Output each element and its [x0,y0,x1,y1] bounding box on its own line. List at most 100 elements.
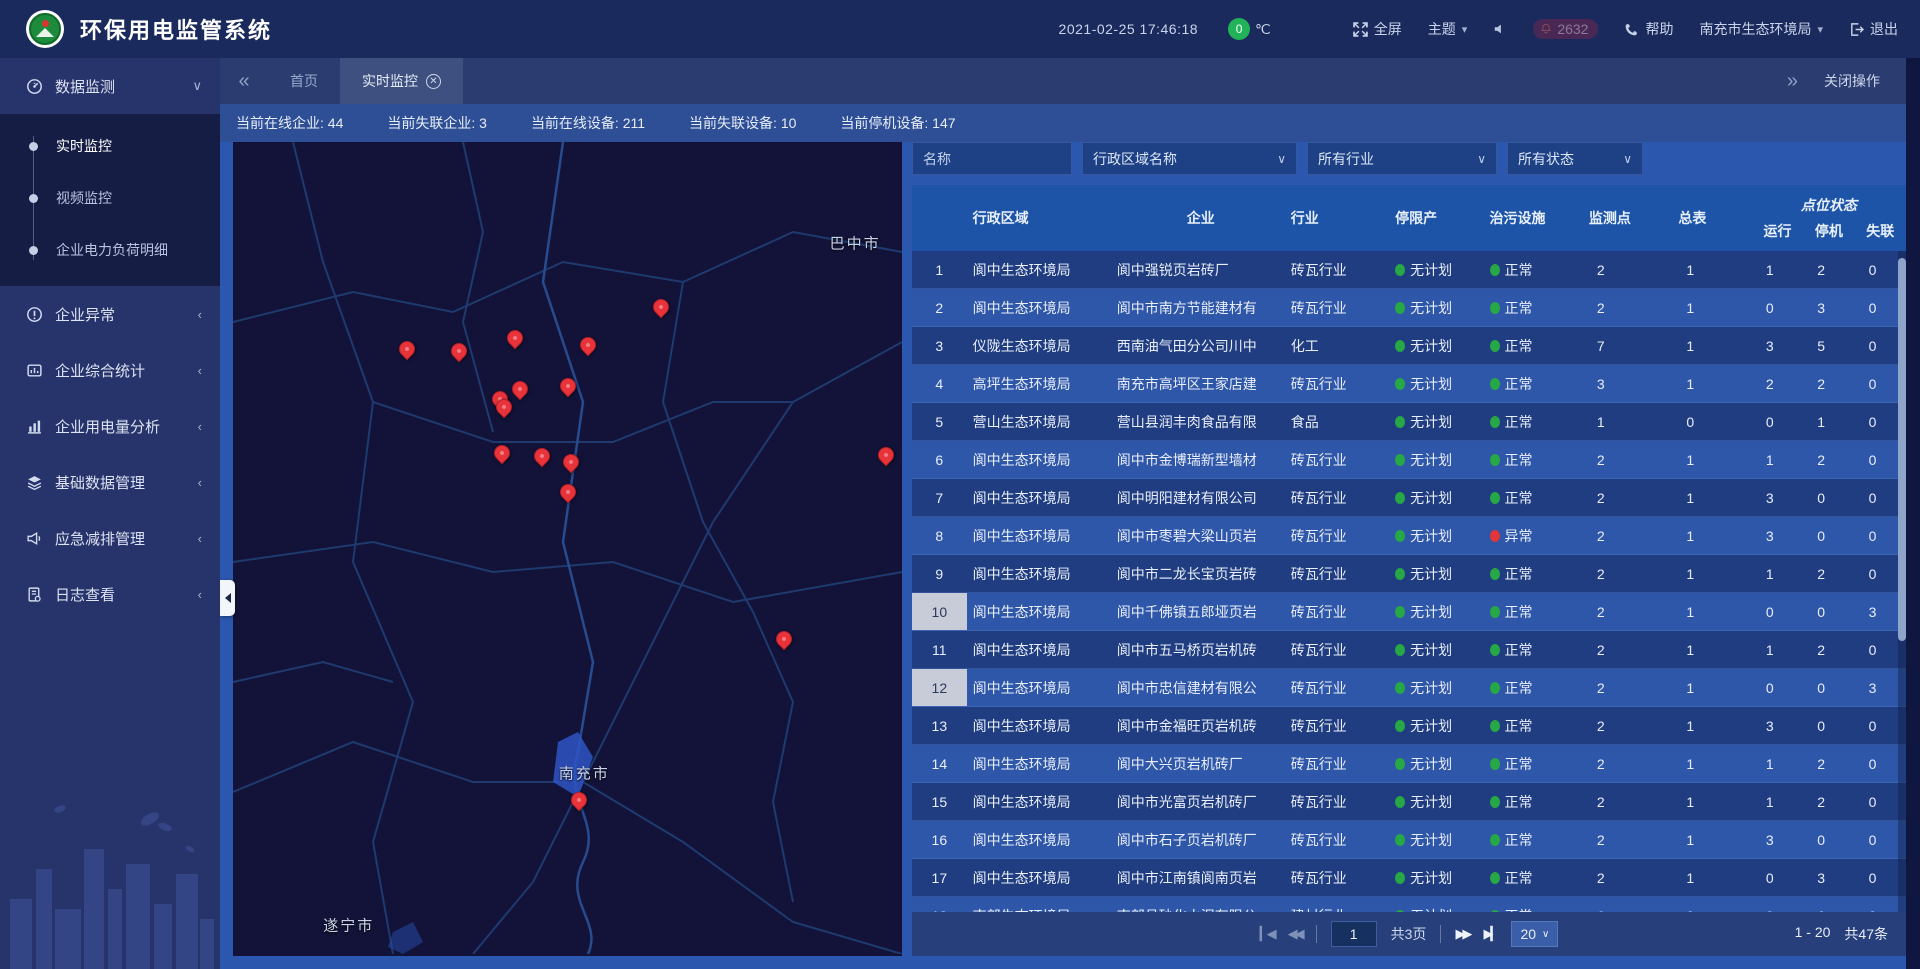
map-pin[interactable] [504,327,527,350]
cell-limit-status: 无计划 [1389,412,1483,432]
help-button[interactable]: 帮助 [1624,19,1673,39]
cell-running: 0 [1752,414,1803,430]
cell-running: 0 [1752,680,1803,696]
table-row[interactable]: 9阆中生态环境局阆中市二龙长宝页岩砖砖瓦行业无计划正常21120 [912,555,1906,593]
sidebar-group-enterprise-stats[interactable]: 企业综合统计 ‹ [0,342,220,398]
sidebar-group-emergency[interactable]: 日志查看 应急减排管理 ‹ [0,510,220,566]
table-row[interactable]: 10阆中生态环境局阆中千佛镇五郎垭页岩砖瓦行业无计划正常21003 [912,593,1906,631]
table-row[interactable]: 12阆中生态环境局阆中市忠信建材有限公砖瓦行业无计划正常21003 [912,669,1906,707]
map-pin[interactable] [557,375,580,398]
cell-running: 3 [1752,528,1803,544]
prev-page-button[interactable]: ◀◀ [1288,926,1302,942]
cell-company: 阆中千佛镇五郎垭页岩 [1111,602,1285,622]
status-dot-icon [1490,454,1500,466]
mute-button[interactable] [1493,22,1507,36]
fullscreen-button[interactable]: 全屏 [1353,19,1402,39]
sidebar-group-enterprise-abnormal[interactable]: 企业异常 ‹ [0,286,220,342]
table-row[interactable]: 6阆中生态环境局阆中市金博瑞新型墙材砖瓦行业无计划正常21120 [912,441,1906,479]
cell-industry: 砖瓦行业 [1285,298,1389,318]
temperature-badge: 0 [1228,18,1250,40]
name-filter-input-box[interactable] [912,142,1072,175]
table-row[interactable]: 17阆中生态环境局阆中市江南镇阆南页岩砖瓦行业无计划正常21030 [912,859,1906,897]
status-filter-select[interactable]: 所有状态 ∨ [1507,142,1643,175]
table-row[interactable]: 18南部生态环境局南部县砂化水泥有限公建材行业无计划正常60060 [912,897,1906,912]
cell-running: 1 [1752,642,1803,658]
table-row[interactable]: 8阆中生态环境局阆中市枣碧大梁山页岩砖瓦行业无计划异常21300 [912,517,1906,555]
tab-realtime-monitor[interactable]: 实时监控 ✕ [340,58,463,104]
tabs-scroll-right-button[interactable]: » [1787,70,1798,93]
first-page-button[interactable]: ▎◀ [1260,926,1274,942]
cell-monitor-points: 2 [1583,756,1672,772]
theme-menu[interactable]: 主题▾ [1428,19,1468,39]
table-row[interactable]: 14阆中生态环境局阆中大兴页岩机砖厂砖瓦行业无计划正常21120 [912,745,1906,783]
table-scrollbar[interactable] [1898,251,1906,912]
sidebar-item-power-load-detail[interactable]: 企业电力负荷明细 [0,224,220,276]
page-size-select[interactable]: 20 ∨ [1511,921,1558,947]
sidebar-group-base-data[interactable]: 基础数据管理 ‹ [0,454,220,510]
status-dot-icon [1395,340,1405,352]
status-dot-icon [1395,302,1405,314]
region-filter-select[interactable]: 行政区域名称 ∨ [1082,142,1297,175]
cell-limit-status: 无计划 [1389,640,1483,660]
table-row[interactable]: 7阆中生态环境局阆中明阳建材有限公司砖瓦行业无计划正常21300 [912,479,1906,517]
map-pin[interactable] [491,442,514,465]
cell-company: 阆中市南方节能建材有 [1111,298,1285,318]
table-row[interactable]: 16阆中生态环境局阆中市石子页岩机砖厂砖瓦行业无计划正常21300 [912,821,1906,859]
map-pin[interactable] [448,340,471,363]
map-pin[interactable] [509,377,532,400]
map-pin[interactable] [650,296,673,319]
divider [1440,925,1441,943]
table-row[interactable]: 13阆中生态环境局阆中市金福旺页岩机砖砖瓦行业无计划正常21300 [912,707,1906,745]
close-tab-icon[interactable]: ✕ [426,74,441,89]
map-pin[interactable] [560,451,583,474]
table-row[interactable]: 1阆中生态环境局阆中强锐页岩砖厂砖瓦行业无计划正常21120 [912,251,1906,289]
cell-running: 3 [1752,490,1803,506]
sidebar-group-logs[interactable]: 日志查看 ‹ [0,566,220,622]
next-page-button[interactable]: ▶▶ [1455,926,1469,942]
map-pin[interactable] [557,481,580,504]
table-header: 行政区域 企业 行业 停限产 治污设施 监测点 总表 点位状态 运行 停机 [912,185,1906,251]
cell-limit-status: 无计划 [1389,792,1483,812]
industry-filter-select[interactable]: 所有行业 ∨ [1307,142,1497,175]
cell-facility-status: 正常 [1484,412,1583,432]
close-actions-menu[interactable]: 关闭操作 [1824,71,1880,91]
cell-total-meters: 1 [1672,376,1752,392]
tab-home[interactable]: 首页 [268,58,340,104]
stat-item: 当前在线设备: 211 [531,113,645,133]
sidebar-item-video-monitor[interactable]: 视频监控 [0,172,220,224]
scrollbar-thumb[interactable] [1898,258,1906,641]
cell-running: 0 [1752,870,1803,886]
org-menu[interactable]: 南充市生态环境局▾ [1699,19,1823,39]
cell-total-meters: 1 [1672,338,1752,354]
map-pin[interactable] [531,444,554,467]
sidebar-collapse-button[interactable] [220,580,235,616]
table-row[interactable]: 5营山生态环境局营山县润丰肉食品有限食品无计划正常10010 [912,403,1906,441]
name-filter-input[interactable] [923,151,1061,167]
cell-total-meters: 1 [1672,756,1752,772]
map-pin[interactable] [875,443,898,466]
sidebar-item-realtime-monitor[interactable]: 实时监控 [0,120,220,172]
status-dot-icon [1395,758,1405,770]
map-pin[interactable] [568,789,591,812]
last-page-button[interactable]: ▶▎ [1483,926,1497,942]
map-panel[interactable]: 巴中市南充市遂宁市 [233,142,902,956]
cell-industry: 化工 [1285,336,1389,356]
table-row[interactable]: 15阆中生态环境局阆中市光富页岩机砖厂砖瓦行业无计划正常21120 [912,783,1906,821]
map-pin[interactable] [773,628,796,651]
table-row[interactable]: 3仪陇生态环境局西南油气田分公司川中化工无计划正常71350 [912,327,1906,365]
table-row[interactable]: 2阆中生态环境局阆中市南方节能建材有砖瓦行业无计划正常21030 [912,289,1906,327]
status-dot-icon [1395,416,1405,428]
table-row[interactable]: 4高坪生态环境局南充市高坪区王家店建砖瓦行业无计划正常31220 [912,365,1906,403]
stat-item: 当前在线企业: 44 [236,113,343,133]
logout-button[interactable]: 退出 [1849,19,1898,39]
tabs-scroll-left-button[interactable]: « [220,58,268,104]
notifications-badge[interactable]: 2632 [1533,19,1598,39]
sidebar-group-data-monitor[interactable]: 数据监测 ∨ [0,58,220,114]
map-pin[interactable] [577,333,600,356]
map-pin[interactable] [396,338,419,361]
stat-item: 当前停机设备: 147 [840,113,955,133]
cell-monitor-points: 3 [1583,376,1672,392]
page-number-input[interactable] [1331,921,1377,947]
sidebar-group-power-analysis[interactable]: 企业用电量分析 ‹ [0,398,220,454]
table-row[interactable]: 11阆中生态环境局阆中市五马桥页岩机砖砖瓦行业无计划正常21120 [912,631,1906,669]
